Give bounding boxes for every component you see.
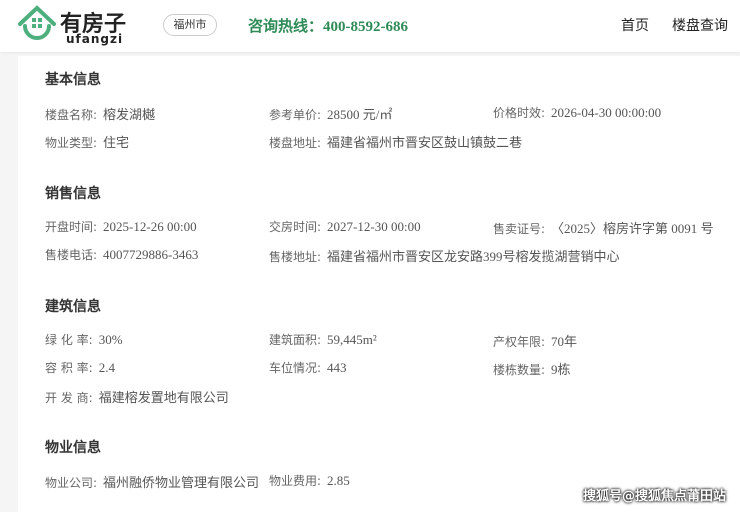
- field-value: 〈2025〉榕房许字第 0091 号: [551, 221, 714, 236]
- info-field: 物业费用: 2.85: [269, 472, 350, 489]
- field-label: 售楼地址:: [269, 250, 322, 264]
- section-title: 销售信息: [45, 186, 101, 202]
- field-value: 2027-12-30 00:00: [327, 219, 421, 234]
- field-label: 价格时效:: [493, 106, 546, 120]
- field-label: 开盘时间:: [45, 220, 98, 234]
- field-value: 2.85: [327, 473, 350, 488]
- field-label: 楼栋数量:: [493, 363, 546, 377]
- nav-home[interactable]: 首页: [621, 15, 649, 35]
- section-title: 物业信息: [45, 440, 101, 456]
- info-field: 容 积 率: 2.4: [45, 359, 115, 376]
- hotline-number: 400-8592-686: [323, 19, 409, 35]
- info-field: 开 发 商: 福建榕发置地有限公司: [45, 387, 229, 406]
- field-value: 4007729886-3463: [103, 247, 199, 262]
- watermark: 搜狐号@搜狐焦点莆田站: [582, 489, 726, 504]
- field-value: 福州融侨物业管理有限公司: [103, 475, 260, 490]
- field-label: 产权年限:: [493, 335, 546, 349]
- header: 有房子 ufangzi 福州市 咨询热线：400-8592-686 首页 楼盘查…: [0, 0, 740, 52]
- field-value: 443: [327, 360, 347, 375]
- field-label: 物业费用:: [269, 474, 322, 488]
- field-label: 物业公司:: [45, 476, 98, 490]
- house-icon: [18, 5, 56, 40]
- nav-property-search[interactable]: 楼盘查询: [672, 15, 728, 35]
- field-value: 福建省福州市晋安区龙安路399号榕发揽湖营销中心: [327, 249, 620, 264]
- field-label: 建筑面积:: [269, 333, 322, 347]
- info-field: 绿 化 率: 30%: [45, 331, 123, 348]
- field-label: 楼盘名称:: [45, 108, 98, 122]
- info-field: 售楼地址: 福建省福州市晋安区龙安路399号榕发揽湖营销中心: [269, 246, 620, 265]
- info-field: 楼盘地址: 福建省福州市晋安区鼓山镇鼓二巷: [269, 132, 522, 151]
- info-field: 开盘时间: 2025-12-26 00:00: [45, 218, 197, 235]
- field-label: 物业类型:: [45, 136, 98, 150]
- section-title: 基本信息: [45, 72, 101, 88]
- hotline: 咨询热线：400-8592-686: [248, 15, 408, 36]
- field-value: 福建榕发置地有限公司: [98, 390, 229, 405]
- field-label: 车位情况:: [269, 361, 322, 375]
- field-label: 交房时间:: [269, 220, 322, 234]
- info-field: 物业类型: 住宅: [45, 132, 129, 151]
- field-label: 开 发 商:: [45, 391, 93, 405]
- logo[interactable]: 有房子 ufangzi: [16, 4, 136, 48]
- field-value: 榕发湖樾: [103, 107, 156, 122]
- field-label: 售卖证号:: [493, 222, 546, 236]
- info-field: 物业公司: 福州融侨物业管理有限公司: [45, 472, 259, 491]
- info-field: 建筑面积: 59,445m²: [269, 331, 377, 348]
- info-field: 参考单价: 28500 元/㎡: [269, 104, 392, 123]
- field-label: 容 积 率:: [45, 361, 93, 375]
- property-info-card: [18, 56, 740, 512]
- info-field: 价格时效: 2026-04-30 00:00:00: [493, 104, 661, 121]
- field-label: 绿 化 率:: [45, 333, 93, 347]
- field-label: 参考单价:: [269, 108, 322, 122]
- info-field: 楼盘名称: 榕发湖樾: [45, 104, 155, 123]
- field-value: 福建省福州市晋安区鼓山镇鼓二巷: [327, 135, 523, 150]
- city-selector[interactable]: 福州市: [163, 14, 217, 36]
- field-value: 28500 元/㎡: [327, 107, 393, 122]
- field-label: 售楼电话:: [45, 248, 98, 262]
- field-value: 70年: [551, 334, 578, 349]
- field-value: 9栋: [551, 362, 571, 377]
- field-value: 30%: [98, 332, 123, 347]
- info-field: 交房时间: 2027-12-30 00:00: [269, 218, 421, 235]
- field-value: 59,445m²: [327, 332, 377, 347]
- field-value: 2.4: [98, 360, 115, 375]
- field-value: 2026-04-30 00:00:00: [551, 105, 662, 120]
- info-field: 车位情况: 443: [269, 359, 347, 376]
- field-value: 2025-12-26 00:00: [103, 219, 197, 234]
- field-label: 楼盘地址:: [269, 136, 322, 150]
- field-value: 住宅: [103, 135, 130, 150]
- info-field: 楼栋数量: 9栋: [493, 359, 571, 378]
- info-field: 售楼电话: 4007729886-3463: [45, 246, 198, 263]
- hotline-label: 咨询热线：: [248, 17, 324, 35]
- info-field: 售卖证号: 〈2025〉榕房许字第 0091 号: [493, 218, 714, 237]
- logo-subtext: ufangzi: [66, 32, 124, 46]
- info-field: 产权年限: 70年: [493, 331, 577, 350]
- section-title: 建筑信息: [45, 299, 101, 315]
